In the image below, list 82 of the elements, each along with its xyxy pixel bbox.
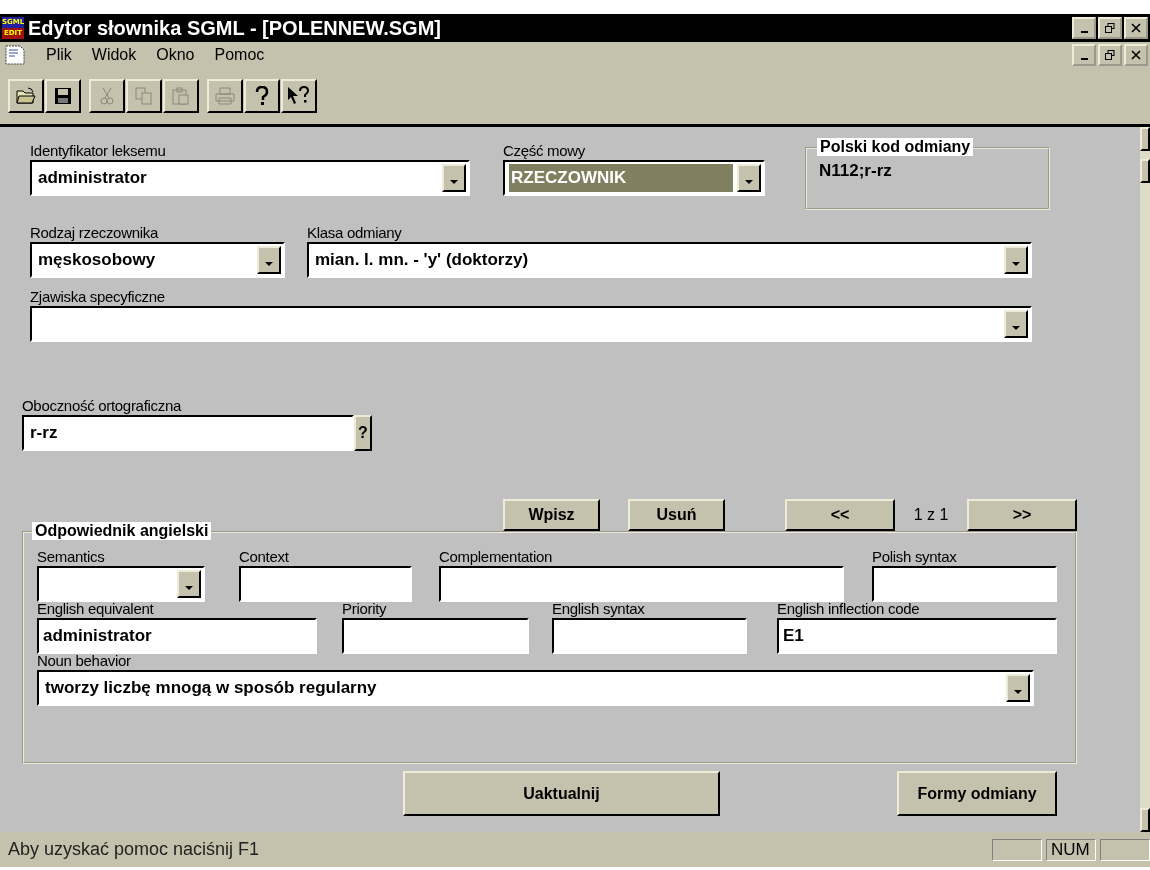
- field-label: Priority: [342, 600, 388, 618]
- delete-button[interactable]: Usuń: [628, 499, 725, 531]
- dropdown-field[interactable]: mian. l. mn. - 'y' (doktorzy): [307, 242, 1032, 278]
- copy-icon: [135, 87, 153, 105]
- window-title: Edytor słownika SGML - [POLENNEW.SGM]: [28, 16, 442, 40]
- field-label: Context: [239, 548, 290, 566]
- update-button[interactable]: Uaktualnij: [403, 771, 720, 816]
- field-label: Część mowy: [503, 142, 586, 160]
- inflection-forms-button[interactable]: Formy odmiany: [897, 771, 1057, 816]
- dropdown-arrow-button[interactable]: [1006, 674, 1030, 702]
- status-panel: NUM: [1046, 838, 1096, 861]
- field-label: English inflection code: [777, 600, 921, 618]
- field-label: Noun behavior: [37, 652, 132, 670]
- record-position: 1 z 1: [912, 506, 950, 524]
- field-label: Complementation: [439, 548, 554, 566]
- text-field[interactable]: [872, 566, 1057, 602]
- pointer-question-icon: [287, 86, 311, 106]
- dropdown-arrow-button[interactable]: [737, 164, 761, 192]
- group-title: Odpowiednik angielski: [32, 522, 212, 540]
- close-button[interactable]: [1124, 44, 1148, 66]
- text-field[interactable]: [239, 566, 412, 602]
- minimize-icon: [1080, 31, 1088, 33]
- status-message: Aby uzyskać pomoc naciśnij F1: [8, 839, 261, 860]
- text-field[interactable]: administrator: [37, 618, 317, 654]
- minimize-button[interactable]: [1072, 17, 1096, 39]
- menu-item[interactable]: Pomoc: [214, 46, 265, 64]
- dropdown-field[interactable]: administrator: [30, 160, 470, 196]
- dropdown-arrow-button[interactable]: [442, 164, 466, 192]
- document-icon[interactable]: [4, 44, 26, 66]
- toolbar-button[interactable]: [45, 79, 81, 113]
- menu-item[interactable]: Widok: [91, 46, 137, 64]
- next-button[interactable]: >>: [967, 499, 1077, 531]
- add-button[interactable]: Wpisz: [503, 499, 600, 531]
- minimize-icon: [1080, 58, 1088, 60]
- field-label: Zjawiska specyficzne: [30, 288, 166, 306]
- status-panel: [992, 838, 1042, 861]
- scrollbar[interactable]: [1140, 127, 1150, 832]
- restore-icon: [1105, 23, 1115, 33]
- question-mark-icon: [255, 86, 269, 106]
- scissors-icon: [99, 87, 115, 105]
- text-field[interactable]: E1: [777, 618, 1057, 654]
- text-field[interactable]: [342, 618, 529, 654]
- dropdown-arrow-button[interactable]: [177, 570, 201, 598]
- dropdown-field[interactable]: RZECZOWNIK: [503, 160, 765, 196]
- field-label: Oboczność ortograficzna: [22, 397, 183, 415]
- menu-item[interactable]: Plik: [46, 46, 72, 64]
- help-button[interactable]: ?: [354, 415, 372, 451]
- close-icon: [1131, 50, 1141, 60]
- previous-button[interactable]: <<: [785, 499, 895, 531]
- status-panel: [1100, 838, 1150, 861]
- dropdown-field[interactable]: [37, 566, 205, 602]
- printer-icon: [215, 87, 235, 105]
- inflection-code-value: N112;r-rz: [819, 161, 892, 180]
- dropdown-field[interactable]: tworzy liczbę mnogą w sposób regularny: [37, 670, 1034, 706]
- toolbar-button[interactable]: [281, 79, 317, 113]
- toolbar-button[interactable]: [8, 79, 44, 113]
- dropdown-field[interactable]: [30, 306, 1032, 342]
- close-icon: [1131, 23, 1141, 33]
- dropdown-field[interactable]: męskosobowy: [30, 242, 285, 278]
- text-field[interactable]: r-rz: [22, 415, 354, 451]
- dropdown-arrow-button[interactable]: [1004, 246, 1028, 274]
- field-label: Rodzaj rzeczownika: [30, 224, 160, 242]
- field-label: Semantics: [37, 548, 106, 566]
- toolbar-button[interactable]: [244, 79, 280, 113]
- text-field[interactable]: [439, 566, 844, 602]
- field-label: English syntax: [552, 600, 646, 618]
- restore-button[interactable]: [1098, 17, 1122, 39]
- text-field[interactable]: [552, 618, 747, 654]
- field-label: Identyfikator leksemu: [30, 142, 167, 160]
- folder-icon: [16, 87, 36, 105]
- field-label: Polish syntax: [872, 548, 958, 566]
- clipboard-icon: [172, 87, 190, 105]
- close-button[interactable]: [1124, 17, 1148, 39]
- restore-icon: [1105, 50, 1115, 60]
- field-label: English equivalent: [37, 600, 155, 618]
- dropdown-arrow-button[interactable]: [257, 246, 281, 274]
- dropdown-arrow-button[interactable]: [1004, 310, 1028, 338]
- field-label: Klasa odmiany: [307, 224, 403, 242]
- menu-item[interactable]: Okno: [156, 46, 195, 64]
- restore-button[interactable]: [1098, 44, 1122, 66]
- group-title: Polski kod odmiany: [817, 138, 974, 156]
- minimize-button[interactable]: [1072, 44, 1096, 66]
